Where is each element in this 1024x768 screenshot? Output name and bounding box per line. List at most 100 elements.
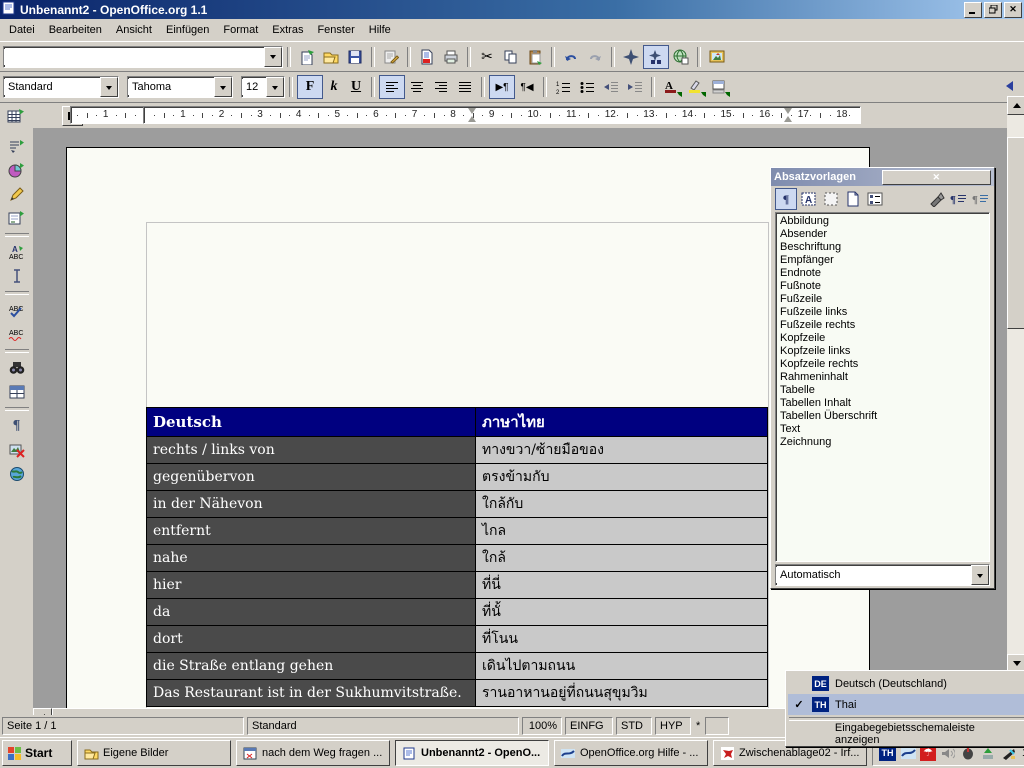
toolbar-scroll-left-icon[interactable] — [998, 75, 1022, 97]
menu-item-input-scheme[interactable]: Eingabegebietsschemaleiste anzeigen — [788, 723, 1024, 744]
menu-extras[interactable]: Extras — [265, 21, 310, 39]
export-pdf-icon[interactable] — [415, 46, 439, 68]
numbering-styles-icon[interactable] — [865, 189, 885, 209]
draw-functions-icon[interactable] — [5, 183, 29, 205]
graphics-toggle-icon[interactable] — [5, 439, 29, 461]
menu-item-thai[interactable]: ✓ TH Thai — [788, 694, 1024, 715]
taskbar-button-unbenannt2[interactable]: Unbenannt2 - OpenO... — [395, 740, 549, 766]
scroll-left-icon[interactable] — [33, 708, 52, 715]
nonprinting-characters-icon[interactable]: ¶ — [5, 415, 29, 437]
left-to-right-icon[interactable]: ▶¶ — [489, 75, 515, 99]
style-item[interactable]: Tabellen Inhalt — [776, 397, 989, 410]
underline-icon[interactable]: U — [345, 77, 367, 97]
paragraph-style-combobox[interactable]: Standard — [3, 76, 119, 98]
font-color-icon[interactable]: A — [659, 76, 683, 98]
new-document-icon[interactable] — [295, 46, 319, 68]
style-item[interactable]: Beschriftung — [776, 241, 989, 254]
style-item[interactable]: Tabelle — [776, 384, 989, 397]
stylist-close-icon[interactable]: ✕ — [882, 170, 992, 185]
italic-icon[interactable]: k — [323, 77, 345, 97]
status-selection-mode[interactable]: STD — [616, 717, 652, 735]
status-page[interactable]: Seite 1 / 1 — [2, 717, 244, 735]
font-size-combobox[interactable]: 12 — [241, 76, 285, 98]
style-dropdown-button[interactable] — [100, 77, 118, 97]
vertical-scrollbar[interactable] — [1007, 96, 1024, 692]
direct-cursor-icon[interactable] — [5, 265, 29, 287]
tray-language-indicator[interactable]: TH — [879, 746, 896, 761]
antivirus-icon[interactable]: ☂ — [920, 745, 936, 761]
menu-format[interactable]: Format — [216, 21, 265, 39]
style-item[interactable]: Fußzeile links — [776, 306, 989, 319]
menu-hilfe[interactable]: Hilfe — [362, 21, 398, 39]
decrease-indent-icon[interactable] — [599, 76, 623, 98]
menu-einfuegen[interactable]: Einfügen — [159, 21, 216, 39]
menu-datei[interactable]: Datei — [2, 21, 42, 39]
graphics-tablet-icon[interactable] — [1000, 745, 1016, 761]
frame-styles-icon[interactable] — [821, 189, 841, 209]
style-item[interactable]: Tabellen Überschrift — [776, 410, 989, 423]
status-insert-mode[interactable]: EINFG — [565, 717, 613, 735]
paste-icon[interactable] — [523, 46, 547, 68]
column-marker-icon[interactable] — [468, 108, 477, 122]
close-button[interactable]: ✕ — [1004, 2, 1022, 18]
page-styles-icon[interactable] — [843, 189, 863, 209]
column-marker2-icon[interactable] — [784, 108, 793, 122]
filter-dropdown-button[interactable] — [971, 565, 989, 585]
data-sources-icon[interactable] — [5, 381, 29, 403]
font-name-combobox[interactable]: Tahoma — [127, 76, 233, 98]
insert-table-icon[interactable] — [3, 105, 27, 127]
update-style-icon[interactable]: ¶ — [970, 189, 990, 209]
character-styles-icon[interactable]: A — [799, 189, 819, 209]
scroll-up-icon[interactable] — [1007, 96, 1024, 115]
header-cell-de[interactable]: Deutsch — [147, 408, 476, 437]
mouse-icon[interactable] — [960, 745, 976, 761]
restore-button[interactable] — [984, 2, 1002, 18]
find-replace-icon[interactable] — [5, 357, 29, 379]
online-layout-icon[interactable] — [5, 463, 29, 485]
style-item[interactable]: Fußnote — [776, 280, 989, 293]
taskbar-button-eigene-bilder[interactable]: Eigene Bilder — [77, 740, 231, 766]
font-name-value[interactable]: Tahoma — [128, 79, 214, 95]
status-hyperlink-mode[interactable]: HYP — [655, 717, 691, 735]
taskbar-button-hilfe[interactable]: OpenOffice.org Hilfe - ... — [554, 740, 708, 766]
style-item[interactable]: Fußzeile rechts — [776, 319, 989, 332]
save-icon[interactable] — [343, 46, 367, 68]
style-item[interactable]: Kopfzeile links — [776, 345, 989, 358]
form-functions-icon[interactable] — [5, 207, 29, 229]
right-to-left-icon[interactable]: ¶◀ — [515, 76, 539, 98]
style-item[interactable]: Kopfzeile — [776, 332, 989, 345]
style-item[interactable]: Rahmeninhalt — [776, 371, 989, 384]
justify-icon[interactable] — [453, 76, 477, 98]
highlighting-icon[interactable] — [683, 76, 707, 98]
insert-object-icon[interactable] — [5, 159, 29, 181]
gallery-icon[interactable] — [705, 46, 729, 68]
menu-fenster[interactable]: Fenster — [310, 21, 361, 39]
stylist-title-bar[interactable]: Absatzvorlagen ✕ — [771, 168, 994, 186]
navigator-icon[interactable] — [619, 46, 643, 68]
numbered-list-icon[interactable]: 12 — [551, 76, 575, 98]
remove-hardware-icon[interactable] — [980, 745, 996, 761]
volume-icon[interactable] — [940, 745, 956, 761]
copy-icon[interactable] — [499, 46, 523, 68]
font-dropdown-button[interactable] — [214, 77, 232, 97]
increase-indent-icon[interactable] — [623, 76, 647, 98]
autospellcheck-icon[interactable]: ABC — [5, 323, 29, 345]
edit-file-icon[interactable] — [379, 46, 403, 68]
background-color-icon[interactable] — [707, 76, 731, 98]
menu-bearbeiten[interactable]: Bearbeiten — [42, 21, 109, 39]
menu-item-german[interactable]: DE Deutsch (Deutschland) — [788, 673, 1024, 694]
open-icon[interactable] — [319, 46, 343, 68]
style-filter-combobox[interactable]: Automatisch — [775, 564, 990, 586]
style-item[interactable]: Text — [776, 423, 989, 436]
url-combobox[interactable] — [3, 46, 283, 68]
redo-icon[interactable] — [583, 46, 607, 68]
print-icon[interactable] — [439, 46, 463, 68]
ruler[interactable]: 1234567891011121314151617181 — [60, 104, 1005, 126]
minimize-button[interactable] — [964, 2, 982, 18]
new-style-from-selection-icon[interactable]: ¶ — [948, 189, 968, 209]
paragraph-styles-icon[interactable]: ¶ — [775, 188, 797, 210]
menu-ansicht[interactable]: Ansicht — [109, 21, 159, 39]
header-cell-th[interactable]: ภาษาไทย — [476, 408, 768, 437]
style-filter-value[interactable]: Automatisch — [776, 567, 971, 583]
bold-icon[interactable]: F — [297, 75, 323, 99]
